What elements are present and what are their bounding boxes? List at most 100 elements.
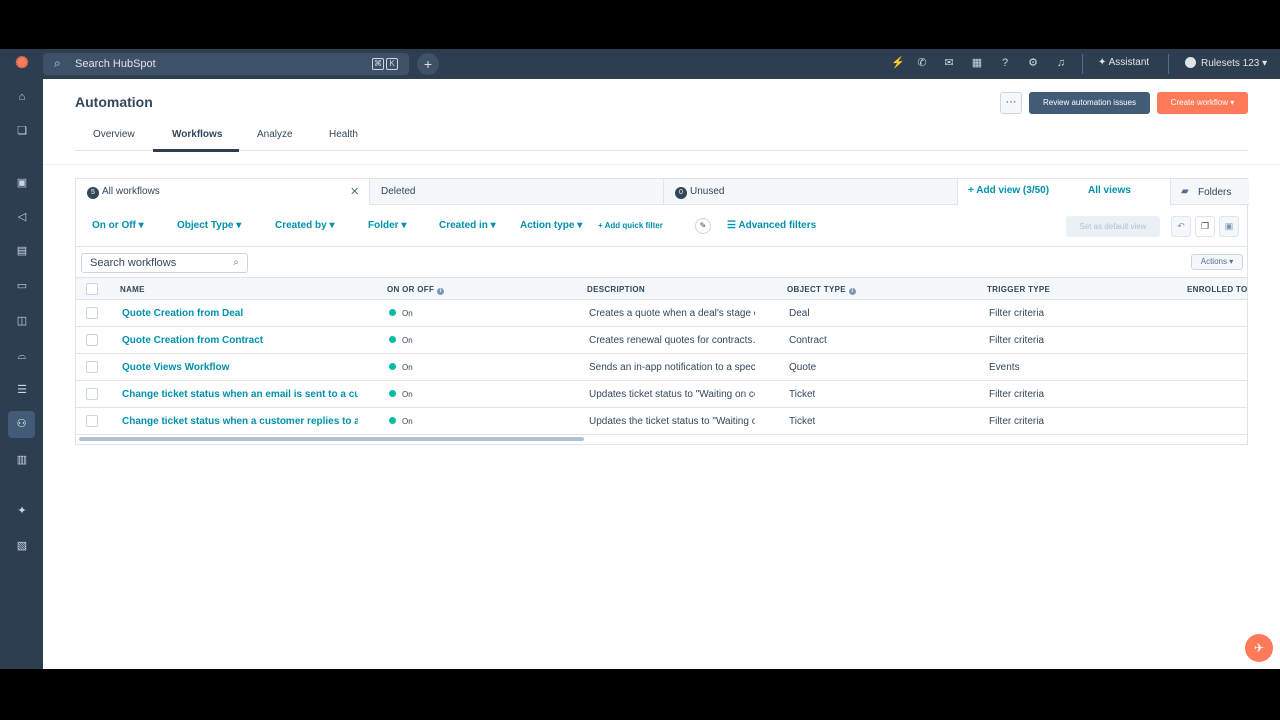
breeze-icon[interactable]: ✦: [11, 500, 33, 522]
add-quick-filter-button[interactable]: + Add quick filter: [598, 221, 663, 230]
description-cell: Updates ticket status to "Waiting on con…: [589, 389, 755, 400]
workflow-name-link[interactable]: Quote Creation from Deal: [122, 308, 358, 319]
table-row[interactable]: Quote Creation from Deal On Creates a qu…: [76, 300, 1247, 327]
global-search[interactable]: ⌕ Search HubSpot ⌘ K: [43, 53, 409, 75]
notifications-icon[interactable]: ♫: [1054, 56, 1068, 70]
home-icon[interactable]: ⌂: [11, 86, 33, 108]
filter-on-off[interactable]: On or Off ▾: [92, 220, 144, 231]
search-icon: ⌕: [54, 56, 61, 70]
add-view-label: Add view (3/50): [976, 185, 1050, 196]
tab-health[interactable]: Health: [329, 129, 358, 140]
search-workflows-field[interactable]: ⌕: [81, 253, 248, 273]
status-cell: On: [389, 363, 413, 372]
tab-analyze[interactable]: Analyze: [257, 129, 293, 140]
data-management-icon[interactable]: ☰: [11, 379, 33, 401]
column-header-label: ON OR OFF: [387, 285, 435, 294]
settings-icon[interactable]: ⚙: [1026, 56, 1040, 70]
filter-action-type[interactable]: Action type ▾: [520, 220, 582, 231]
folders-button[interactable]: ▰ Folders: [1170, 179, 1249, 205]
main-content: Automation ··· Review automation issues …: [43, 79, 1280, 669]
search-workflows-input[interactable]: [90, 256, 225, 270]
content-icon[interactable]: ▤: [11, 240, 33, 262]
review-automation-issues-button[interactable]: Review automation issues: [1029, 92, 1150, 114]
marketing-icon[interactable]: ◁: [11, 206, 33, 228]
all-views-link[interactable]: All views: [1088, 185, 1131, 196]
edit-filters-pencil-icon[interactable]: ✎: [695, 218, 711, 234]
help-icon[interactable]: ?: [998, 56, 1012, 70]
row-checkbox[interactable]: [86, 388, 98, 400]
bookmarks-icon[interactable]: ❏: [11, 120, 33, 142]
workflow-name-link[interactable]: Quote Creation from Contract: [122, 335, 358, 346]
table-row[interactable]: Change ticket status when an email is se…: [76, 381, 1247, 408]
filter-created-by[interactable]: Created by ▾: [275, 220, 334, 231]
filter-bar: On or Off ▾ Object Type ▾ Created by ▾ F…: [76, 205, 1247, 247]
workflow-name-link[interactable]: Quote Views Workflow: [122, 362, 358, 373]
contacts-icon[interactable]: ▣: [11, 172, 33, 194]
column-header-object-type[interactable]: OBJECT TYPE i: [787, 285, 856, 295]
workflows-panel: 5 All workflows ✕ Deleted 0 Unused + Add v…: [75, 178, 1249, 445]
view-tab-deleted[interactable]: Deleted: [370, 179, 664, 205]
column-header-enrolled-total[interactable]: ENROLLED TOTAL: [1187, 285, 1247, 294]
automation-icon[interactable]: ⚇: [8, 411, 35, 438]
column-header-trigger-type[interactable]: TRIGGER TYPE: [987, 285, 1050, 294]
service-icon[interactable]: ⌓: [11, 345, 33, 367]
quick-create-button[interactable]: +: [417, 53, 439, 75]
view-tab-unused[interactable]: 0 Unused: [664, 179, 958, 205]
row-checkbox[interactable]: [86, 334, 98, 346]
close-icon[interactable]: ✕: [350, 185, 359, 198]
active-tab-indicator: [153, 149, 239, 152]
filter-created-in[interactable]: Created in ▾: [439, 220, 496, 231]
view-tab-all-workflows[interactable]: 5 All workflows ✕: [76, 179, 370, 205]
table-header: NAME ON OR OFF i DESCRIPTION OBJECT TYPE i…: [76, 277, 1247, 300]
inbox-icon[interactable]: ✉: [942, 56, 956, 70]
status-label: On: [402, 309, 413, 318]
sliders-icon: ☰: [727, 220, 739, 231]
marketplace-icon[interactable]: ⚡: [891, 56, 905, 70]
status-label: On: [402, 417, 413, 426]
advanced-filters-button[interactable]: ☰ Advanced filters: [727, 220, 816, 231]
commerce-icon[interactable]: ▭: [11, 275, 33, 297]
more-options-button[interactable]: ···: [1000, 92, 1022, 114]
row-checkbox[interactable]: [86, 415, 98, 427]
table-row[interactable]: Quote Creation from Contract On Creates …: [76, 327, 1247, 354]
workflow-name-link[interactable]: Change ticket status when a customer rep…: [122, 416, 358, 427]
help-chat-button[interactable]: ✈: [1245, 634, 1273, 662]
workflow-name-link[interactable]: Change ticket status when an email is se…: [122, 389, 358, 400]
column-header-name[interactable]: NAME: [120, 285, 145, 294]
select-all-checkbox[interactable]: [86, 283, 98, 295]
info-icon[interactable]: i: [437, 288, 445, 295]
save-view-icon[interactable]: ▣: [1219, 216, 1239, 237]
reset-icon[interactable]: ↶: [1171, 216, 1191, 237]
trigger-type-cell: Events: [989, 362, 1020, 373]
set-default-view-button[interactable]: Set as default view: [1066, 216, 1160, 237]
table-row[interactable]: Change ticket status when a customer rep…: [76, 408, 1247, 435]
reporting-icon[interactable]: ▥: [11, 449, 33, 471]
filter-object-type[interactable]: Object Type ▾: [177, 220, 241, 231]
column-header-on-off[interactable]: ON OR OFF i: [387, 285, 445, 295]
trigger-type-cell: Filter criteria: [989, 416, 1045, 427]
clone-view-icon[interactable]: ❐: [1195, 216, 1215, 237]
calling-icon[interactable]: ✆: [915, 56, 929, 70]
status-cell: On: [389, 336, 413, 345]
filter-folder[interactable]: Folder ▾: [368, 220, 406, 231]
tab-workflows[interactable]: Workflows: [172, 129, 222, 140]
library-icon[interactable]: ▧: [11, 535, 33, 557]
marketplace-store-icon[interactable]: ▦: [970, 56, 984, 70]
account-menu[interactable]: Rulesets 123 ▾: [1185, 57, 1267, 69]
info-icon[interactable]: i: [848, 288, 856, 295]
add-view-button[interactable]: + Add view (3/50): [968, 185, 1049, 196]
create-workflow-button[interactable]: Create workflow ▾: [1157, 92, 1248, 114]
actions-dropdown[interactable]: Actions ▾: [1191, 254, 1243, 270]
top-navigation: ✺ ⌕ Search HubSpot ⌘ K + ⚡ ✆ ✉ ▦ ? ⚙ ♫ ✦…: [0, 49, 1280, 79]
chevron-down-icon: ▾: [1259, 58, 1268, 69]
table-row[interactable]: Quote Views Workflow On Sends an in-app …: [76, 354, 1247, 381]
row-checkbox[interactable]: [86, 307, 98, 319]
assistant-button[interactable]: ✦ Assistant: [1098, 57, 1149, 68]
horizontal-scrollbar[interactable]: [79, 437, 584, 441]
tab-overview[interactable]: Overview: [93, 129, 135, 140]
sales-icon[interactable]: ◫: [11, 310, 33, 332]
row-checkbox[interactable]: [86, 361, 98, 373]
hubspot-logo-icon[interactable]: ✺: [12, 55, 32, 73]
assistant-label: Assistant: [1108, 57, 1150, 68]
column-header-description[interactable]: DESCRIPTION: [587, 285, 645, 294]
